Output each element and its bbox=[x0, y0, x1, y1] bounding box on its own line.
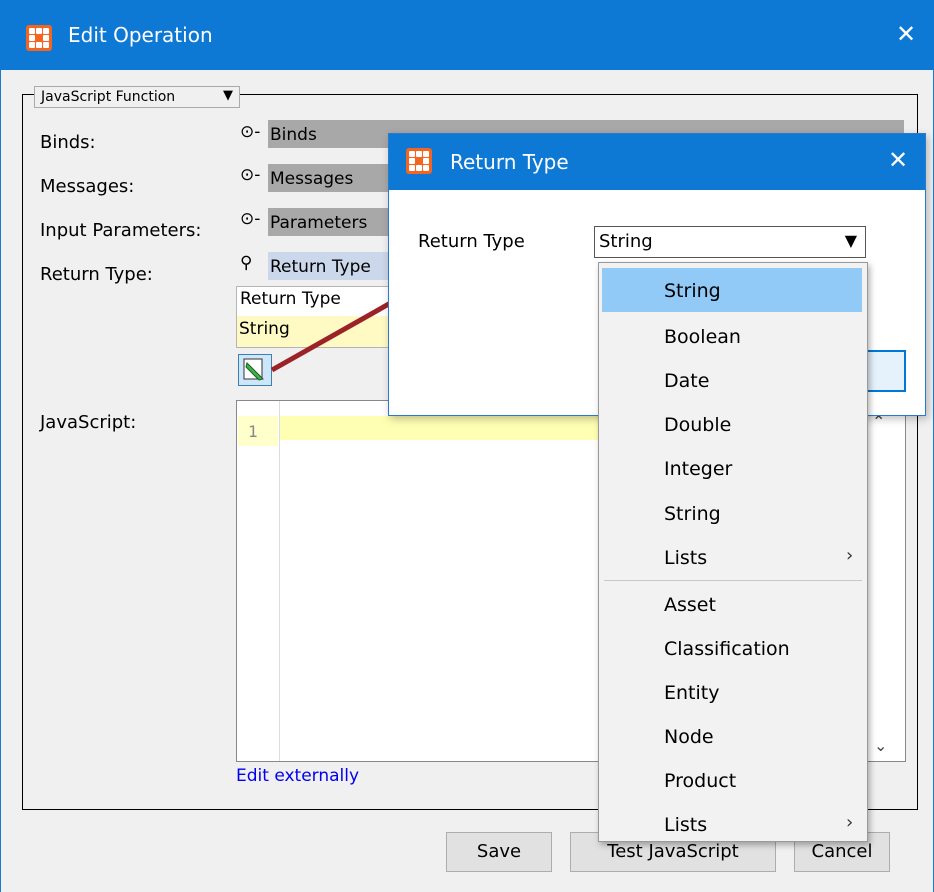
dropdown-item-lists[interactable]: Lists bbox=[664, 547, 707, 569]
dropdown-item-asset[interactable]: Asset bbox=[664, 594, 716, 616]
close-icon[interactable]: ✕ bbox=[888, 146, 908, 174]
messages-value: Messages bbox=[270, 169, 354, 189]
binds-value: Binds bbox=[270, 125, 317, 145]
window-title: Edit Operation bbox=[68, 23, 213, 47]
bind-connector-icon: ⊙- bbox=[240, 209, 261, 229]
dropdown-item-classification[interactable]: Classification bbox=[664, 638, 790, 660]
messages-label: Messages: bbox=[40, 176, 135, 197]
chevron-right-icon: › bbox=[846, 812, 854, 833]
edit-externally-link[interactable]: Edit externally bbox=[236, 766, 359, 786]
javascript-label: JavaScript: bbox=[40, 412, 137, 433]
return-type-select[interactable]: String ▼ bbox=[594, 226, 866, 258]
dropdown-item-entity[interactable]: Entity bbox=[664, 682, 719, 704]
line-number-gutter bbox=[237, 401, 280, 761]
close-icon[interactable]: ✕ bbox=[896, 20, 916, 48]
dropdown-item-string-2[interactable]: String bbox=[664, 503, 721, 525]
binds-label: Binds: bbox=[40, 132, 96, 153]
function-type-select[interactable]: JavaScript Function ▼ bbox=[34, 86, 240, 108]
dropdown-item-string[interactable]: String bbox=[664, 280, 721, 302]
dropdown-item-lists-2[interactable]: Lists bbox=[664, 814, 707, 836]
current-line-highlight bbox=[280, 416, 600, 440]
parameters-value: Parameters bbox=[270, 213, 368, 233]
chevron-right-icon: › bbox=[846, 545, 854, 566]
return-type-selected: String bbox=[599, 231, 653, 252]
chevron-down-icon: ▼ bbox=[223, 88, 233, 103]
dropdown-item-boolean[interactable]: Boolean bbox=[664, 326, 741, 348]
line-number: 1 bbox=[238, 416, 278, 446]
dialog-title: Return Type bbox=[450, 150, 569, 174]
return-type-label: Return Type: bbox=[40, 264, 153, 285]
dropdown-item-node[interactable]: Node bbox=[664, 726, 714, 748]
return-type-dropdown bbox=[598, 262, 868, 842]
bind-connector-icon: ⊙- bbox=[240, 165, 261, 185]
save-button[interactable]: Save bbox=[446, 832, 552, 872]
pin-icon: ⚲ bbox=[240, 253, 253, 273]
dropdown-item-product[interactable]: Product bbox=[664, 770, 736, 792]
chevron-down-icon: ▼ bbox=[844, 231, 857, 250]
app-icon bbox=[406, 148, 432, 174]
app-icon bbox=[26, 25, 52, 51]
scroll-down-icon[interactable]: ⌄ bbox=[874, 736, 887, 755]
dropdown-item-date[interactable]: Date bbox=[664, 370, 709, 392]
return-type-field-label: Return Type bbox=[418, 231, 525, 252]
dropdown-separator bbox=[604, 580, 862, 581]
dropdown-item-double[interactable]: Double bbox=[664, 414, 731, 436]
input-parameters-label: Input Parameters: bbox=[40, 220, 202, 241]
bind-connector-icon: ⊙- bbox=[240, 122, 261, 142]
dropdown-selection-highlight bbox=[602, 268, 862, 312]
function-type-value: JavaScript Function bbox=[41, 89, 176, 105]
dropdown-item-integer[interactable]: Integer bbox=[664, 458, 732, 480]
